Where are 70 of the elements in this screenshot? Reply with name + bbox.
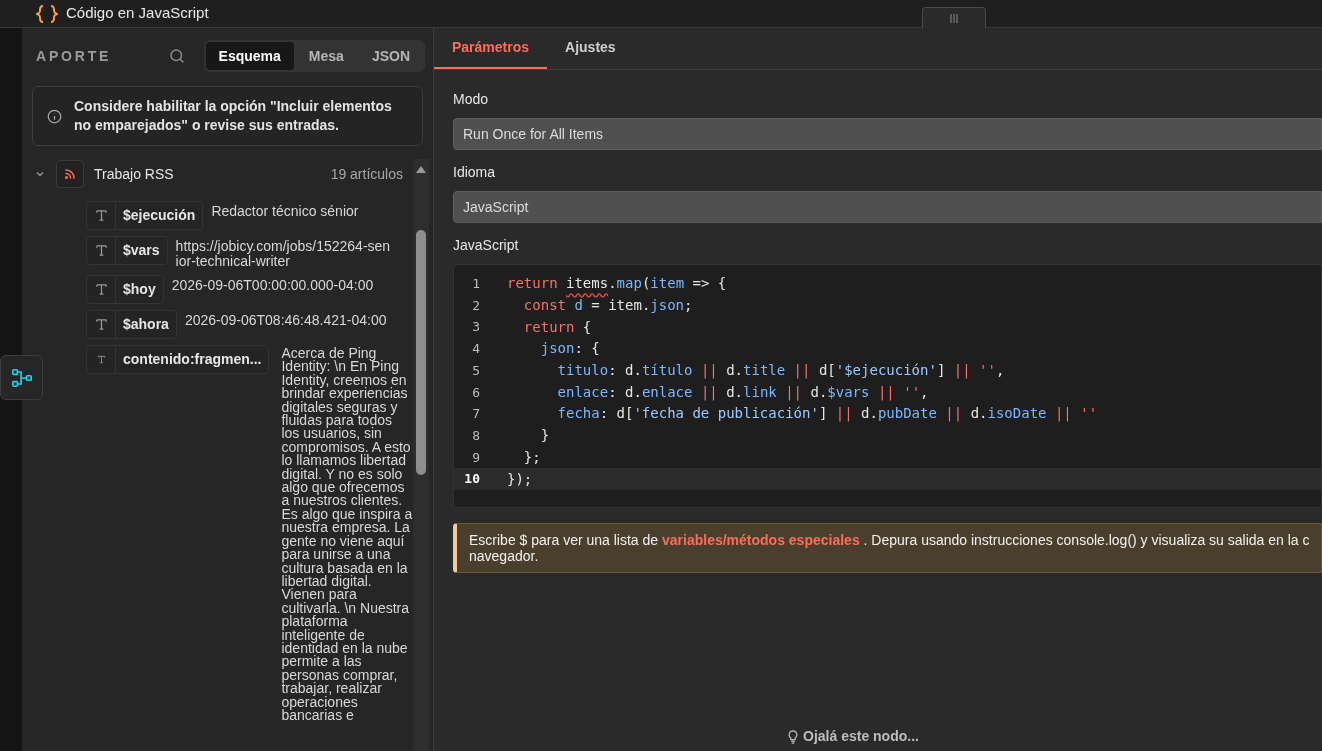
code-line: } (539, 426, 550, 446)
field-key-chip[interactable]: $ejecución (86, 201, 204, 230)
view-tab[interactable]: Esquema (205, 42, 294, 70)
code-line: }; (522, 447, 541, 467)
info-icon (47, 108, 62, 124)
item-count: 19 artículos (330, 164, 403, 184)
node-graph-icon (10, 366, 33, 389)
field-key: $hoy (116, 279, 163, 300)
field-key-chip[interactable]: $hoy (86, 275, 164, 304)
scroll-up-icon[interactable] (415, 165, 427, 174)
code-editor[interactable] (453, 264, 1322, 508)
line-number: 1 (471, 275, 480, 294)
field-label: Idioma (453, 163, 497, 182)
window-title: Código en JavaScript (66, 3, 209, 24)
field-label: Modo (453, 90, 490, 109)
select-field[interactable]: Run Once for All Items (453, 118, 1322, 150)
rss-icon (64, 168, 76, 180)
hint-text: Escribe $ para ver una lista de variables/métodos especiales . Depura usando instrucciones console.log() y visualiza su salida en la c navegador. (453, 523, 1322, 573)
field-label: JavaScript (453, 236, 520, 255)
code-line: const d = item.json; (522, 296, 693, 316)
scrollbar[interactable] (413, 159, 429, 751)
notice-text: Considere habilitar la opción "Incluir elementos no emparejados" o revise sus entradas. (74, 97, 393, 135)
code-line: return items.map(item => { (507, 274, 727, 294)
line-number: 7 (471, 405, 480, 424)
code-line: fecha: d['fecha de publicación'] || d.pubDate || d.isoDate || '' (556, 404, 1098, 424)
scroll-thumb[interactable] (416, 230, 426, 475)
line-number: 6 (471, 383, 480, 402)
view-tab[interactable]: JSON (358, 42, 423, 70)
footer-hint[interactable]: Ojalá este nodo... (803, 726, 919, 747)
view-tab[interactable]: Mesa (295, 42, 357, 70)
panel-title: APORTE (36, 46, 112, 66)
line-number: 4 (471, 340, 480, 359)
code-line: json: { (539, 339, 600, 359)
search-icon[interactable] (167, 47, 186, 65)
field-key-chip[interactable]: $vars (86, 236, 168, 265)
field-value: 2026-09-06T08:46:48.421-04:00 (184, 311, 388, 328)
code-line: }); (507, 469, 533, 489)
settings-tab[interactable]: Ajustes (547, 28, 634, 69)
line-number: 3 (471, 318, 480, 337)
field-key-chip[interactable]: contenido:fragmen... (86, 345, 270, 374)
code-line: titulo: d.título || d.title || d['$ejecución'] || '', (556, 361, 1005, 381)
line-number: 8 (471, 426, 480, 445)
code-line: enlace: d.enlace || d.link || d.$vars || '', (556, 382, 929, 403)
drag-handle[interactable] (922, 7, 986, 28)
line-number: 5 (471, 361, 480, 380)
select-field[interactable]: JavaScript (453, 191, 1322, 223)
text-type-icon (94, 209, 108, 222)
node-name: Trabajo RSS (94, 164, 174, 184)
lightbulb-icon (787, 729, 800, 744)
field-key: contenido:fragmen... (116, 349, 269, 370)
field-key: $vars (116, 240, 167, 261)
special-variables-link[interactable]: variables/métodos especiales (662, 532, 860, 548)
code-braces-icon (36, 4, 58, 23)
text-type-icon (96, 355, 106, 364)
line-number: 9 (471, 448, 480, 467)
settings-tab[interactable]: Parámetros (434, 28, 548, 69)
workflow-node-button[interactable] (0, 355, 43, 400)
field-value: https://jobicy.com/jobs/152264-senior-technical-writer (175, 237, 391, 269)
field-key: $ejecución (116, 205, 203, 226)
code-line: return { (522, 317, 592, 337)
field-value: Acerca de Ping Identity: \n En Ping Identity, creemos en brindar experiencias digitales seguras y fluidas para todos los usuarios, sin compromisos. A esto lo llamamos libertad digital. Y no es solo algo que ofrecemos a nuestros clientes. Es algo que inspira a nuestra empresa. La gente no viene aquí para unirse a una cultura basada en la libertad digital. Vienen para cultivarla. \n Nuestra plataforma inteligente de identidad en la nube permite a las personas comprar, trabajar, realizar operaciones bancarias e (281, 345, 413, 723)
text-type-icon (94, 318, 108, 331)
text-type-icon (94, 283, 108, 296)
field-value: 2026-09-06T00:00:00.000-04:00 (171, 276, 375, 293)
field-value: Redactor técnico sénior (211, 202, 360, 219)
field-key-chip[interactable]: $ahora (86, 310, 177, 339)
line-number: 2 (471, 296, 480, 315)
line-number: 10 (463, 470, 480, 489)
field-key: $ahora (116, 314, 176, 335)
text-type-icon (94, 244, 108, 257)
